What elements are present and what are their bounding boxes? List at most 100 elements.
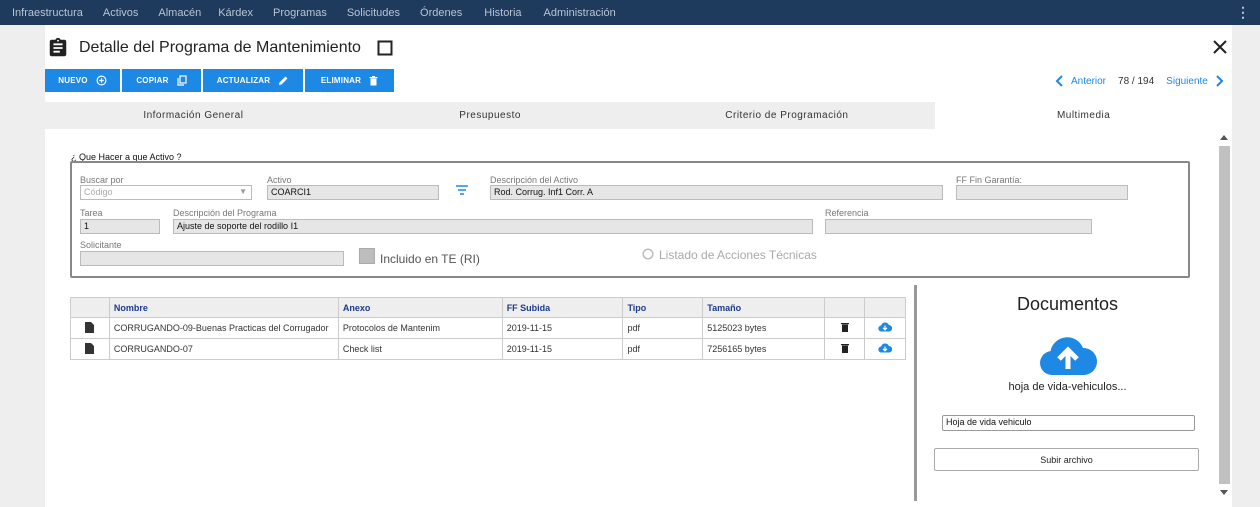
delete-button[interactable]: ELIMINAR [305, 69, 394, 92]
tab-informacion-general[interactable]: Información General [45, 102, 342, 129]
chevron-left-icon[interactable] [1055, 75, 1065, 87]
buscar-select-value: Código [84, 187, 113, 197]
file-icon [70, 317, 110, 339]
more-vert-icon[interactable]: ⋮ [1236, 4, 1250, 21]
checkbox-icon[interactable] [377, 40, 393, 56]
table-row[interactable]: CORRUGANDO-09-Buenas Practicas del Corru… [70, 317, 906, 339]
incluido-checkbox[interactable] [359, 248, 375, 264]
solicitante-label: Solicitante [80, 240, 122, 250]
nav-item-administracion[interactable]: Administración [532, 7, 616, 19]
desc-programa-label: Descripción del Programa [173, 208, 277, 218]
record-counter: 78 / 194 [1118, 75, 1155, 87]
title-bar: Detalle del Programa de Mantenimiento [45, 36, 393, 60]
cell-anexo: Check list [337, 338, 503, 360]
record-pager: Anterior 78 / 194 Siguiente [1055, 75, 1224, 87]
cell-anexo: Protocolos de Mantenim [337, 317, 503, 339]
scroll-thumb[interactable] [1219, 146, 1230, 484]
delete-row-icon[interactable] [824, 317, 865, 339]
activo-field[interactable]: COARCI1 [267, 185, 439, 200]
nav-item-activos[interactable]: Activos [91, 7, 138, 19]
tarea-label: Tarea [80, 208, 103, 218]
tab-criterio-programacion[interactable]: Criterio de Programación [639, 102, 936, 129]
nav-item-ordenes[interactable]: Órdenes [408, 7, 462, 19]
previous-link[interactable]: Anterior [1071, 76, 1106, 87]
listado-label: Listado de Acciones Técnicas [659, 248, 817, 262]
trash-icon [369, 75, 378, 85]
action-toolbar: NUEVO COPIAR ACTUALIZAR ELIMINAR [45, 69, 396, 92]
listado-radio[interactable] [642, 248, 654, 260]
top-navigation: Infraestructura Activos Almacén Kárdex P… [0, 0, 1260, 25]
add-circle-icon [96, 75, 107, 86]
desc-activo-field[interactable]: Rod. Corrug. Inf1 Corr. A [490, 185, 943, 200]
cloud-download-icon[interactable] [864, 317, 906, 339]
delete-button-label: ELIMINAR [320, 76, 362, 85]
copy-button[interactable]: COPIAR [122, 69, 201, 92]
buscar-select[interactable]: Código ▼ [80, 185, 252, 200]
buscar-label: Buscar por [80, 175, 124, 185]
tab-multimedia[interactable]: Multimedia [935, 102, 1232, 129]
referencia-field[interactable] [825, 219, 1092, 234]
document-description-input[interactable]: Hoja de vida vehiculo [942, 415, 1195, 431]
close-icon[interactable] [1209, 36, 1231, 58]
nav-item-infraestructura[interactable]: Infraestructura [0, 7, 83, 19]
tarea-field[interactable]: 1 [80, 219, 160, 234]
cell-tamano: 5125023 bytes [702, 317, 826, 339]
nav-item-kardex[interactable]: Kárdex [206, 7, 253, 19]
pencil-icon [279, 76, 288, 85]
ff-garantia-field[interactable] [956, 185, 1128, 200]
tab-presupuesto[interactable]: Presupuesto [342, 102, 639, 129]
table-header-nombre[interactable]: Nombre [108, 297, 339, 318]
cloud-download-icon[interactable] [864, 338, 906, 360]
tab-bar: Información General Presupuesto Criterio… [45, 102, 1232, 129]
panel-divider[interactable] [914, 285, 917, 501]
cell-tamano: 7256165 bytes [702, 338, 826, 360]
table-header-delete [824, 297, 865, 318]
cell-tipo: pdf [622, 338, 704, 360]
chevron-right-icon[interactable] [1214, 75, 1224, 87]
attachments-table: Nombre Anexo FF Subida Tipo Tamaño CORRU… [70, 297, 906, 360]
nav-item-almacen[interactable]: Almacén [146, 7, 201, 19]
copy-button-label: COPIAR [136, 76, 169, 85]
table-header-download [864, 297, 906, 318]
cloud-upload-icon[interactable] [1038, 337, 1098, 377]
table-header-anexo[interactable]: Anexo [337, 297, 503, 318]
page-title: Detalle del Programa de Mantenimiento [79, 39, 361, 56]
table-header-tamano[interactable]: Tamaño [702, 297, 826, 318]
clipboard-icon [49, 37, 67, 57]
table-header-row: Nombre Anexo FF Subida Tipo Tamaño [70, 297, 906, 318]
vertical-scrollbar[interactable] [1217, 129, 1232, 501]
cell-ff-subida: 2019-11-15 [501, 317, 624, 339]
new-button[interactable]: NUEVO [45, 69, 120, 92]
nav-item-solicitudes[interactable]: Solicitudes [335, 7, 400, 19]
file-icon [70, 338, 110, 360]
desc-activo-label: Descripción del Activo [490, 175, 579, 185]
nav-item-programas[interactable]: Programas [261, 7, 327, 19]
scroll-down-icon[interactable] [1220, 490, 1228, 495]
nav-item-historia[interactable]: Historia [472, 7, 521, 19]
cell-nombre: CORRUGANDO-07 [108, 338, 339, 360]
delete-row-icon[interactable] [824, 338, 865, 360]
dropdown-arrow-icon: ▼ [239, 187, 247, 196]
desc-programa-field[interactable]: Ajuste de soporte del rodillo I1 [173, 219, 813, 234]
cell-nombre: CORRUGANDO-09-Buenas Practicas del Corru… [108, 317, 339, 339]
solicitante-field[interactable] [80, 251, 344, 266]
cell-tipo: pdf [622, 317, 704, 339]
ff-garantia-label: FF Fin Garantía: [956, 175, 1023, 185]
upload-file-button[interactable]: Subir archivo [934, 448, 1199, 471]
table-header-tipo[interactable]: Tipo [622, 297, 704, 318]
selected-file-name: hoja de vida-vehiculos... [1008, 381, 1127, 393]
table-row[interactable]: CORRUGANDO-07 Check list 2019-11-15 pdf … [70, 338, 906, 360]
scroll-up-icon[interactable] [1220, 135, 1228, 140]
incluido-label: Incluido en TE (RI) [380, 252, 480, 266]
update-button-label: ACTUALIZAR [216, 76, 271, 85]
new-button-label: NUEVO [58, 76, 88, 85]
table-header-ff-subida[interactable]: FF Subida [501, 297, 624, 318]
activo-label: Activo [267, 175, 292, 185]
filter-icon[interactable] [455, 183, 469, 197]
table-header-icon [70, 297, 110, 318]
update-button[interactable]: ACTUALIZAR [203, 69, 303, 92]
documents-title: Documentos [1016, 294, 1119, 314]
referencia-label: Referencia [825, 208, 869, 218]
next-link[interactable]: Siguiente [1166, 76, 1208, 87]
copy-icon [177, 75, 187, 86]
